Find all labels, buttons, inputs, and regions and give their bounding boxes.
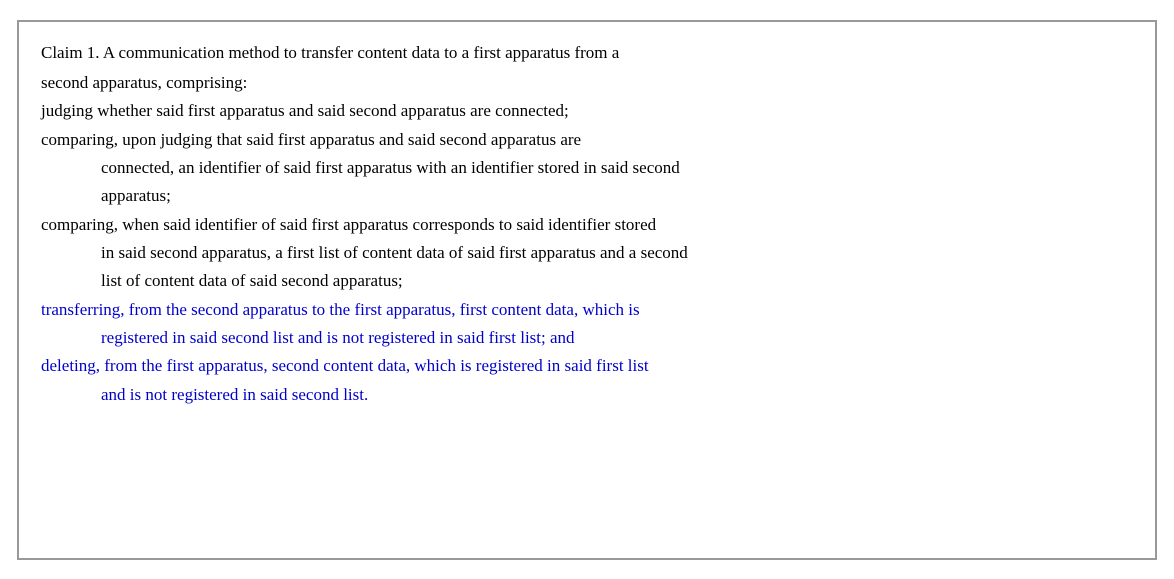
claim-line-13: and is not registered in said second lis… [41,382,1133,408]
claim-line-12: deleting, from the first apparatus, seco… [41,353,1133,379]
claim-line-3: judging whether said first apparatus and… [41,98,1133,124]
claim-line-2: second apparatus, comprising: [41,70,1133,96]
patent-claim-box: Claim 1. A communication method to trans… [17,20,1157,560]
claim-line-6: apparatus; [41,183,1133,209]
claim-line-10: transferring, from the second apparatus … [41,297,1133,323]
claim-line-5: connected, an identifier of said first a… [41,155,1133,181]
claim-line-9: list of content data of said second appa… [41,268,1133,294]
claim-line-7: comparing, when said identifier of said … [41,212,1133,238]
patent-text-content: Claim 1. A communication method to trans… [41,40,1133,408]
claim-line-8: in said second apparatus, a first list o… [41,240,1133,266]
claim-line-4: comparing, upon judging that said first … [41,127,1133,153]
claim-line-1: Claim 1. A communication method to trans… [41,40,1133,66]
claim-line-11: registered in said second list and is no… [41,325,1133,351]
